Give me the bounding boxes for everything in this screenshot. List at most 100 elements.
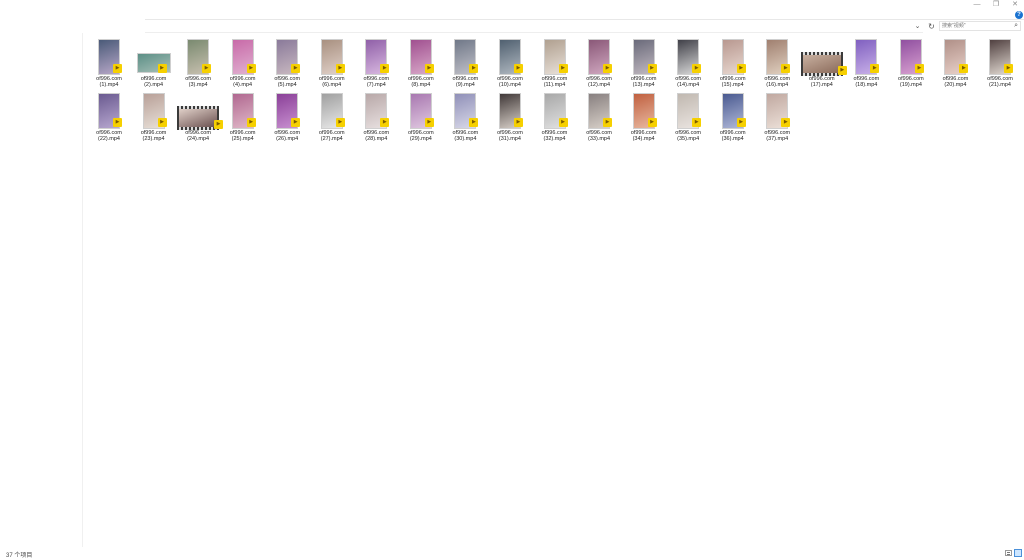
file-item[interactable]: ▶ of996.com (25).mp4 xyxy=(225,91,261,143)
search-icon[interactable]: ⌕ xyxy=(1014,22,1018,30)
file-item[interactable]: ▶ of996.com (11).mp4 xyxy=(537,37,573,89)
file-name: of996.com (36).mp4 xyxy=(719,130,746,142)
file-item[interactable]: ▶ of996.com (29).mp4 xyxy=(403,91,439,143)
file-item[interactable]: ▶ of996.com (15).mp4 xyxy=(715,37,751,89)
file-item[interactable]: ▶ of996.com (32).mp4 xyxy=(537,91,573,143)
help-icon[interactable]: ? xyxy=(1015,11,1023,19)
file-item[interactable]: ▶ of996.com (26).mp4 xyxy=(269,91,305,143)
chevron-down-icon[interactable]: ⌄ xyxy=(913,22,922,31)
large-icons-view-icon[interactable] xyxy=(1014,549,1022,557)
video-player-icon: ▶ xyxy=(558,118,568,127)
video-player-icon: ▶ xyxy=(380,64,390,73)
file-item[interactable]: ▶ of996.com (9).mp4 xyxy=(447,37,483,89)
file-item[interactable]: ▶ of996.com (10).mp4 xyxy=(492,37,528,89)
file-name: of996.com (21).mp4 xyxy=(987,76,1013,88)
file-name: of996.com (17).mp4 xyxy=(808,76,835,88)
video-player-icon: ▶ xyxy=(959,64,969,73)
file-item[interactable]: ▶ of996.com (2).mp4 xyxy=(136,37,172,89)
file-name: of996.com (24).mp4 xyxy=(185,130,211,142)
navigation-pane[interactable] xyxy=(0,33,83,547)
details-view-icon[interactable] xyxy=(1005,550,1012,556)
file-item[interactable]: ▶ of996.com (20).mp4 xyxy=(937,37,973,89)
file-item[interactable]: ▶ of996.com (21).mp4 xyxy=(982,37,1018,89)
file-item[interactable]: ▶ of996.com (8).mp4 xyxy=(403,37,439,89)
file-name: of996.com (22).mp4 xyxy=(96,130,122,142)
file-name: of996.com (35).mp4 xyxy=(675,130,701,142)
video-player-icon: ▶ xyxy=(335,64,345,73)
file-item[interactable]: ▶ of996.com (3).mp4 xyxy=(180,37,216,89)
file-item[interactable]: ▶ of996.com (28).mp4 xyxy=(358,91,394,143)
video-player-icon: ▶ xyxy=(513,64,523,73)
file-item[interactable]: ▶ of996.com (7).mp4 xyxy=(358,37,394,89)
file-name: of996.com (13).mp4 xyxy=(630,76,657,88)
file-item[interactable]: ▶ of996.com (12).mp4 xyxy=(581,37,617,89)
file-item[interactable]: ▶ of996.com (1).mp4 xyxy=(91,37,127,89)
file-name: of996.com (14).mp4 xyxy=(675,76,701,88)
search-input[interactable] xyxy=(942,22,1008,30)
file-name: of996.com (19).mp4 xyxy=(898,76,924,88)
item-count: 37 个项目 xyxy=(6,553,33,559)
video-player-icon: ▶ xyxy=(157,118,167,127)
video-player-icon: ▶ xyxy=(157,64,167,73)
file-item[interactable]: ▶ of996.com (31).mp4 xyxy=(492,91,528,143)
file-item[interactable]: ▶ of996.com (37).mp4 xyxy=(759,91,795,143)
video-player-icon: ▶ xyxy=(424,64,434,73)
file-item[interactable]: ▶ of996.com (19).mp4 xyxy=(893,37,929,89)
file-item[interactable]: ▶ of996.com (4).mp4 xyxy=(225,37,261,89)
video-player-icon: ▶ xyxy=(692,118,702,127)
file-item[interactable]: ▶ of996.com (36).mp4 xyxy=(715,91,751,143)
file-item[interactable]: ▶ of996.com (16).mp4 xyxy=(759,37,795,89)
file-name: of996.com (11).mp4 xyxy=(541,76,568,88)
file-name: of996.com (12).mp4 xyxy=(586,76,612,88)
file-name: of996.com (8).mp4 xyxy=(408,76,434,88)
video-player-icon: ▶ xyxy=(513,118,523,127)
file-name: of996.com (15).mp4 xyxy=(719,76,746,88)
file-name: of996.com (4).mp4 xyxy=(229,76,256,88)
video-player-icon: ▶ xyxy=(424,118,434,127)
file-name: of996.com (2).mp4 xyxy=(140,76,167,88)
file-name: of996.com (30).mp4 xyxy=(452,130,479,142)
minimize-button[interactable]: — xyxy=(971,1,983,9)
file-item[interactable]: ▶ of996.com (14).mp4 xyxy=(670,37,706,89)
file-item[interactable]: ▶ of996.com (30).mp4 xyxy=(447,91,483,143)
file-item[interactable]: ▶ of996.com (23).mp4 xyxy=(136,91,172,143)
file-item[interactable]: ▶ of996.com (22).mp4 xyxy=(91,91,127,143)
film-reel-frame xyxy=(177,106,220,130)
video-thumbnail xyxy=(802,55,841,73)
file-name: of996.com (1).mp4 xyxy=(96,76,122,88)
file-name: of996.com (26).mp4 xyxy=(274,130,301,142)
video-player-icon: ▶ xyxy=(603,118,613,127)
file-item[interactable]: ▶ of996.com (33).mp4 xyxy=(581,91,617,143)
file-name: of996.com (32).mp4 xyxy=(541,130,568,142)
file-name: of996.com (27).mp4 xyxy=(318,130,345,142)
video-player-icon: ▶ xyxy=(647,64,657,73)
file-item[interactable]: ▶ of996.com (6).mp4 xyxy=(314,37,350,89)
close-button[interactable]: ✕ xyxy=(1009,1,1021,9)
video-player-icon: ▶ xyxy=(469,64,479,73)
file-name: of996.com (25).mp4 xyxy=(229,130,256,142)
file-item[interactable]: ▶ of996.com (35).mp4 xyxy=(670,91,706,143)
file-name: of996.com (33).mp4 xyxy=(586,130,612,142)
video-player-icon: ▶ xyxy=(113,64,122,73)
file-name: of996.com (6).mp4 xyxy=(318,76,345,88)
video-player-icon: ▶ xyxy=(380,118,390,127)
file-item[interactable]: ▶ of996.com (34).mp4 xyxy=(626,91,662,143)
file-item[interactable]: ▶ of996.com (27).mp4 xyxy=(314,91,350,143)
ribbon-divider xyxy=(145,19,1024,20)
search-box[interactable]: ⌕ xyxy=(939,21,1021,31)
refresh-icon[interactable]: ↻ xyxy=(927,22,936,31)
file-item[interactable]: ▶ of996.com (18).mp4 xyxy=(848,37,884,89)
file-name: of996.com (7).mp4 xyxy=(363,76,390,88)
file-name: of996.com (10).mp4 xyxy=(497,76,523,88)
video-player-icon: ▶ xyxy=(113,118,122,127)
file-item[interactable]: ▶ of996.com (13).mp4 xyxy=(626,37,662,89)
file-name: of996.com (20).mp4 xyxy=(942,76,969,88)
file-item[interactable]: ▶ of996.com (17).mp4 xyxy=(800,37,847,89)
video-player-icon: ▶ xyxy=(692,64,702,73)
address-field[interactable] xyxy=(145,21,923,33)
video-player-icon: ▶ xyxy=(914,64,924,73)
file-item[interactable]: ▶ of996.com (5).mp4 xyxy=(269,37,305,89)
maximize-button[interactable]: ❐ xyxy=(990,1,1002,9)
file-name: of996.com (3).mp4 xyxy=(185,76,211,88)
file-item[interactable]: ▶ of996.com (24).mp4 xyxy=(177,91,224,143)
